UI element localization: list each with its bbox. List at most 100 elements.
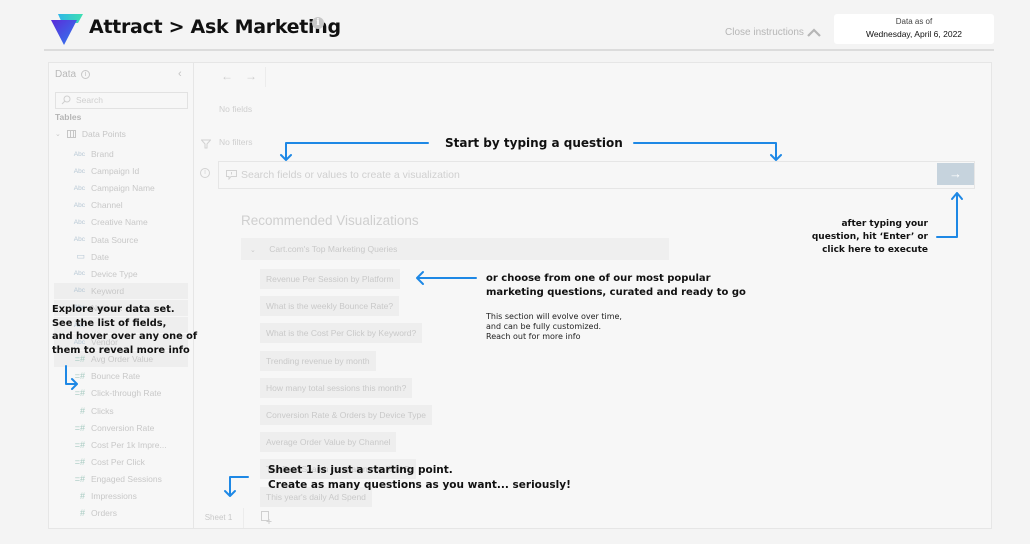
field-item[interactable]: =# Bounce Rate bbox=[54, 368, 188, 384]
field-item[interactable]: =# Click-through Rate bbox=[54, 385, 188, 401]
measure-icon: =# bbox=[74, 456, 85, 467]
search-placeholder: Search bbox=[76, 95, 103, 105]
recommendation-item[interactable]: Revenue Per Session by Platform bbox=[260, 269, 400, 289]
tab-sheet-1[interactable]: Sheet 1 bbox=[194, 508, 244, 528]
field-item[interactable]: Abc Device Type bbox=[54, 266, 188, 282]
string-type-icon: Abc bbox=[73, 150, 85, 158]
measure-icon: =# bbox=[74, 473, 85, 484]
field-item[interactable]: =# Engaged Sessions bbox=[54, 471, 188, 487]
field-item[interactable]: Abc Campaign Id bbox=[54, 163, 188, 179]
annotation-line: or choose from one of our most popular bbox=[486, 273, 711, 284]
new-sheet-icon[interactable] bbox=[261, 511, 273, 524]
calendar-icon: ▭ bbox=[76, 251, 85, 262]
field-label: Engaged Sessions bbox=[91, 473, 162, 484]
field-label: Cost Per Click bbox=[91, 456, 145, 467]
info-icon[interactable]: i bbox=[81, 70, 91, 79]
field-label: Data Source bbox=[91, 234, 139, 245]
recommendation-item[interactable]: What is the weekly Bounce Rate? bbox=[260, 296, 400, 317]
annotation-line: Reach out for more info bbox=[486, 332, 581, 341]
table-data-points[interactable]: ⌄ Data Points bbox=[55, 129, 126, 139]
annotation-line: Create as many questions as you want... … bbox=[268, 479, 571, 491]
field-item[interactable]: Abc Campaign Name bbox=[54, 180, 188, 196]
recommendation-item[interactable]: Conversion Rate & Orders by Device Type bbox=[260, 405, 432, 425]
annotation-choose: or choose from one of our most popular m… bbox=[486, 272, 746, 300]
ask-placeholder: Search fields or values to create a visu… bbox=[241, 169, 460, 181]
tables-heading: Tables bbox=[55, 112, 82, 122]
field-item[interactable]: # Impressions bbox=[54, 488, 188, 504]
field-item[interactable]: ▭ Date bbox=[54, 249, 188, 265]
history-nav: ← → bbox=[221, 69, 257, 83]
field-label: Cost Per 1k Impre... bbox=[91, 439, 167, 450]
filter-icon bbox=[201, 139, 211, 149]
chevron-down-icon: ⌄ bbox=[55, 131, 61, 138]
page-title: Attract > Ask Marketing bbox=[89, 16, 341, 38]
measure-icon: =# bbox=[74, 439, 85, 450]
recommendation-group-header[interactable]: ⌄ Cart.com's Top Marketing Queries bbox=[241, 238, 669, 260]
annotation-start-typing: Start by typing a question bbox=[445, 136, 623, 150]
annotation-line: This section will evolve over time, bbox=[486, 312, 622, 321]
data-sidebar: Data i ‹ Search Tables ⌄ Data Points Abc… bbox=[49, 63, 194, 528]
ask-question-input[interactable]: Search fields or values to create a visu… bbox=[218, 161, 975, 189]
measure-icon: # bbox=[79, 405, 85, 416]
field-label: Channel bbox=[91, 200, 123, 211]
field-item[interactable]: =# Conversion Rate bbox=[54, 420, 188, 436]
recommended-visualizations-heading: Recommended Visualizations bbox=[241, 213, 419, 228]
field-label: Clicks bbox=[91, 405, 114, 416]
close-instructions-button[interactable]: Close instructions bbox=[725, 27, 821, 38]
field-search-input[interactable]: Search bbox=[55, 92, 188, 109]
string-type-icon: Abc bbox=[73, 201, 85, 209]
annotation-after-typing: after typing your question, hit ‘Enter’ … bbox=[790, 218, 928, 257]
recommendation-item[interactable]: Average Order Value by Channel bbox=[260, 432, 397, 453]
field-label: Orders bbox=[91, 508, 117, 519]
data-as-of-label: Data as of bbox=[895, 17, 933, 26]
field-label: Impressions bbox=[91, 491, 137, 501]
forward-arrow-icon[interactable]: → bbox=[245, 69, 257, 83]
close-instructions-label: Close instructions bbox=[725, 27, 804, 38]
recommendation-group-label: Cart.com's Top Marketing Queries bbox=[269, 244, 398, 254]
string-type-icon: Abc bbox=[73, 236, 85, 243]
chevron-up-icon bbox=[807, 28, 821, 37]
field-item[interactable]: Abc Channel bbox=[54, 197, 188, 213]
sidebar-title: Data bbox=[55, 69, 77, 80]
field-label: Device Type bbox=[91, 268, 138, 279]
annotation-line: question, hit ‘Enter’ or bbox=[811, 232, 928, 242]
annotation-explore: Explore your data set. See the list of f… bbox=[52, 303, 197, 357]
annotation-line: and hover over any one of bbox=[52, 331, 198, 342]
info-icon[interactable]: i bbox=[200, 168, 210, 178]
data-as-of-date: Wednesday, April 6, 2022 bbox=[865, 29, 963, 39]
recommendation-item[interactable]: Trending revenue by month bbox=[260, 350, 376, 371]
annotation-line: Sheet 1 is just a starting point. bbox=[268, 464, 453, 476]
measure-icon: =# bbox=[74, 388, 85, 399]
submit-question-button[interactable]: → bbox=[937, 163, 974, 185]
annotation-line: click here to execute bbox=[822, 245, 928, 255]
field-label: Click-through Rate bbox=[91, 388, 162, 399]
annotation-line: them to reveal more info bbox=[52, 344, 190, 356]
field-item[interactable]: =# Cost Per 1k Impre... bbox=[54, 437, 188, 453]
table-icon bbox=[66, 130, 76, 138]
search-icon bbox=[61, 95, 71, 105]
field-item[interactable]: Abc Keyword bbox=[54, 282, 188, 299]
recommendation-item[interactable]: How many total sessions this month? bbox=[260, 377, 413, 398]
annotation-sheet: Sheet 1 is just a starting point. Create… bbox=[268, 463, 571, 493]
back-arrow-icon[interactable]: ← bbox=[221, 69, 233, 83]
field-label: Brand bbox=[91, 149, 114, 159]
info-icon[interactable]: i bbox=[312, 17, 324, 29]
annotation-line: and can be fully customized. bbox=[486, 322, 602, 331]
field-item[interactable]: =# Cost Per Click bbox=[54, 454, 188, 470]
speech-bubble-icon bbox=[226, 170, 237, 180]
collapse-sidebar-button[interactable]: ‹ bbox=[178, 68, 182, 80]
string-type-icon: Abc bbox=[73, 270, 85, 278]
field-item[interactable]: Abc Creative Name bbox=[54, 214, 188, 230]
annotation-evolve: This section will evolve over time, and … bbox=[486, 312, 622, 342]
field-item[interactable]: Abc Data Source bbox=[54, 232, 188, 248]
field-item[interactable]: # Orders bbox=[54, 505, 188, 521]
recommendation-item[interactable]: What is the Cost Per Click by Keyword? bbox=[260, 323, 423, 344]
nav-divider bbox=[265, 67, 266, 87]
field-label: Keyword bbox=[91, 285, 125, 296]
annotation-line: after typing your bbox=[841, 219, 928, 229]
field-item[interactable]: Abc Brand bbox=[54, 146, 188, 162]
string-type-icon: Abc bbox=[73, 167, 85, 175]
field-item[interactable]: # Clicks bbox=[54, 403, 188, 419]
string-type-icon: Abc bbox=[73, 218, 85, 226]
string-type-icon: Abc bbox=[73, 287, 85, 295]
